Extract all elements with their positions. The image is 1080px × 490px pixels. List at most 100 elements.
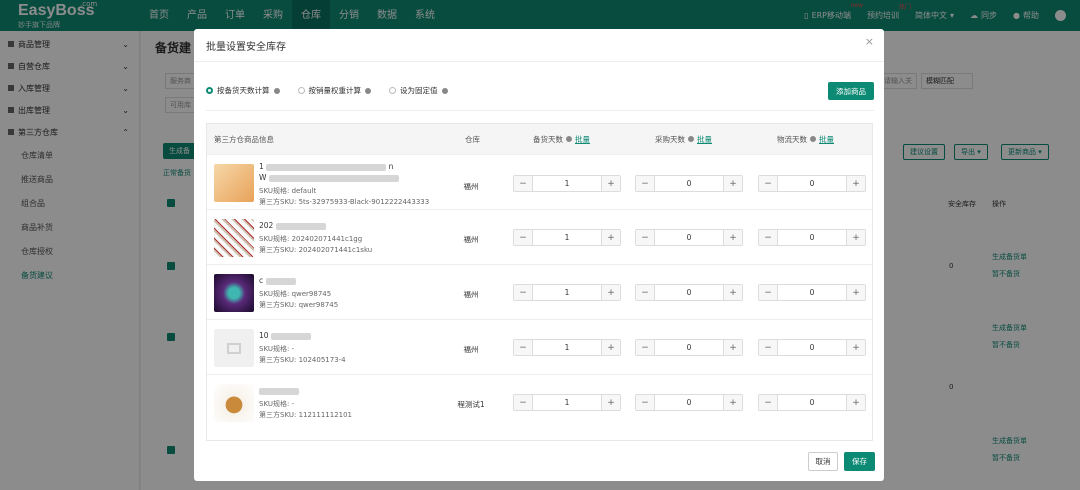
stock-days-stepper[interactable]: −1 + [513, 339, 621, 356]
plus-icon[interactable]: + [724, 176, 742, 191]
minus-icon[interactable]: − [636, 285, 654, 300]
plus-icon[interactable]: + [602, 340, 620, 355]
stepper-value[interactable]: 1 [532, 176, 602, 191]
stepper-value[interactable]: 1 [532, 340, 602, 355]
stepper-value[interactable]: 0 [777, 230, 847, 245]
warehouse-cell: 福州 [463, 345, 479, 354]
stepper-value[interactable]: 0 [777, 395, 847, 410]
minus-icon[interactable]: − [514, 395, 532, 410]
radio-by-stock-days[interactable]: 按备货天数计算 [206, 85, 280, 96]
divider [194, 61, 884, 62]
stepper-value[interactable]: 0 [654, 285, 724, 300]
plus-icon[interactable]: + [602, 230, 620, 245]
minus-icon[interactable]: − [636, 230, 654, 245]
batch-safety-stock-dialog: 批量设置安全库存 × 按备货天数计算 按销量权重计算 设为固定值 添加商品 第三… [194, 29, 884, 481]
radio-fixed-value[interactable]: 设为固定值 [389, 85, 448, 96]
cancel-button[interactable]: 取消 [808, 452, 838, 471]
plus-icon[interactable]: + [847, 230, 865, 245]
plus-icon[interactable]: + [724, 395, 742, 410]
minus-icon[interactable]: − [636, 395, 654, 410]
sku-spec: SKU规格: - [259, 344, 294, 354]
stepper-value[interactable]: 0 [654, 176, 724, 191]
radio-label: 按销量权重计算 [308, 86, 362, 95]
stepper-value[interactable]: 0 [654, 395, 724, 410]
minus-icon[interactable]: − [759, 340, 777, 355]
sku-label: SKU规格: [259, 400, 290, 408]
batch-link[interactable]: 批量 [697, 134, 712, 145]
logistics-days-stepper[interactable]: −0 + [758, 284, 866, 301]
purchase-days-stepper[interactable]: −0 + [635, 284, 743, 301]
stepper-value[interactable]: 1 [532, 395, 602, 410]
blurred-text [265, 277, 296, 285]
minus-icon[interactable]: − [759, 285, 777, 300]
plus-icon[interactable]: + [724, 285, 742, 300]
minus-icon[interactable]: − [759, 230, 777, 245]
stock-days-stepper[interactable]: −1 + [513, 284, 621, 301]
blurred-text [268, 174, 399, 182]
th-product: 第三方仓商品信息 [214, 134, 274, 144]
table-row: 1 n W SKU规格: default 第三方SKU: 5ts-3297593… [207, 154, 872, 209]
stepper-value[interactable]: 1 [532, 230, 602, 245]
stock-days-stepper[interactable]: −1 + [513, 175, 621, 192]
minus-icon[interactable]: − [636, 176, 654, 191]
sku-label: SKU规格: [259, 290, 290, 298]
radio-by-sales-weight[interactable]: 按销量权重计算 [297, 85, 371, 96]
plus-icon[interactable]: + [847, 285, 865, 300]
batch-link[interactable]: 批量 [575, 134, 590, 145]
close-icon[interactable]: × [865, 35, 874, 48]
stepper-value[interactable]: 0 [654, 340, 724, 355]
stepper-value[interactable]: 1 [532, 285, 602, 300]
third-party-sku: 第三方SKU: 5ts-32975933-Black-9012222443333 [259, 197, 429, 207]
plus-icon[interactable]: + [847, 176, 865, 191]
table-header: 第三方仓商品信息 仓库 备货天数 批量 采购天数 批量 物流天数 批量 [207, 124, 872, 154]
product-image [214, 274, 254, 312]
minus-icon[interactable]: − [514, 340, 532, 355]
minus-icon[interactable]: − [636, 340, 654, 355]
tp-value: 5ts-32975933-Black-9012222443333 [298, 198, 430, 206]
logistics-days-stepper[interactable]: −0 + [758, 394, 866, 411]
blurred-text [275, 222, 326, 230]
table-row: 10 SKU规格: - 第三方SKU: 102405173-4 福州 −1 + −… [207, 319, 872, 374]
sku-value: - [291, 345, 295, 353]
sku-label: SKU规格: [259, 345, 290, 353]
radio-icon [297, 87, 305, 94]
stepper-value[interactable]: 0 [777, 340, 847, 355]
minus-icon[interactable]: − [759, 176, 777, 191]
name-text: n [388, 162, 394, 171]
logistics-days-stepper[interactable]: −0 + [758, 339, 866, 356]
plus-icon[interactable]: + [602, 285, 620, 300]
stepper-value[interactable]: 0 [654, 230, 724, 245]
product-image [214, 164, 254, 202]
minus-icon[interactable]: − [759, 395, 777, 410]
tp-value: 112111112101 [298, 411, 353, 419]
minus-icon[interactable]: − [514, 176, 532, 191]
plus-icon[interactable]: + [847, 395, 865, 410]
stock-days-stepper[interactable]: −1 + [513, 229, 621, 246]
radio-icon [389, 87, 396, 94]
batch-link[interactable]: 批量 [819, 134, 834, 145]
th-purchase-days: 采购天数 批量 [655, 124, 712, 154]
stepper-value[interactable]: 0 [777, 285, 847, 300]
logistics-days-stepper[interactable]: −0 + [758, 175, 866, 192]
save-button[interactable]: 保存 [844, 452, 875, 471]
minus-icon[interactable]: − [514, 285, 532, 300]
plus-icon[interactable]: + [724, 230, 742, 245]
stock-days-stepper[interactable]: −1 + [513, 394, 621, 411]
purchase-days-stepper[interactable]: −0 + [635, 394, 743, 411]
stepper-value[interactable]: 0 [777, 176, 847, 191]
purchase-days-stepper[interactable]: −0 + [635, 339, 743, 356]
product-image [214, 384, 254, 422]
plus-icon[interactable]: + [602, 395, 620, 410]
purchase-days-stepper[interactable]: −0 + [635, 229, 743, 246]
sku-value: qwer98745 [291, 290, 332, 298]
add-product-button[interactable]: 添加商品 [828, 82, 874, 100]
plus-icon[interactable]: + [724, 340, 742, 355]
plus-icon[interactable]: + [847, 340, 865, 355]
logistics-days-stepper[interactable]: −0 + [758, 229, 866, 246]
name-text: 202 [259, 221, 274, 230]
purchase-days-stepper[interactable]: −0 + [635, 175, 743, 192]
minus-icon[interactable]: − [514, 230, 532, 245]
question-icon [566, 136, 572, 142]
plus-icon[interactable]: + [602, 176, 620, 191]
product-name: 10 [259, 331, 311, 340]
